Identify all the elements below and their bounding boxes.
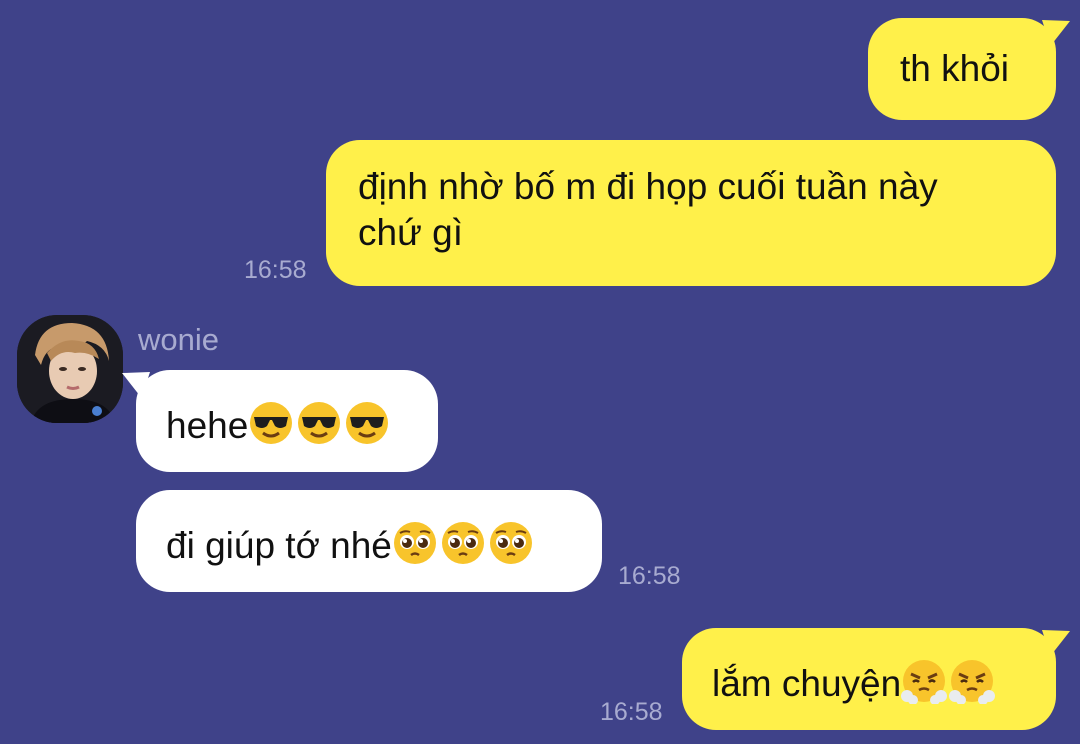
pleading-face-emoji-icon bbox=[441, 522, 484, 564]
steam-nose-face-emoji-icon bbox=[901, 660, 948, 704]
my-message-bubble[interactable]: th khỏi bbox=[868, 18, 1056, 120]
sender-name: wonie bbox=[138, 322, 219, 357]
profile-photo-icon bbox=[17, 315, 123, 423]
pleading-emoji-group bbox=[392, 522, 536, 566]
message-text: lắm chuyện bbox=[712, 663, 902, 704]
message-timestamp: 16:58 bbox=[618, 562, 681, 590]
sunglasses-emoji-icon bbox=[346, 402, 389, 444]
chat-thread: th khỏi định nhờ bố m đi họp cuối tuần n… bbox=[0, 0, 1080, 744]
my-message-bubble[interactable]: định nhờ bố m đi họp cuối tuần này chứ g… bbox=[326, 140, 1056, 286]
message-text: hehe bbox=[166, 405, 249, 446]
pleading-face-emoji-icon bbox=[393, 522, 436, 564]
message-text: th khỏi bbox=[900, 48, 1010, 89]
avatar[interactable] bbox=[17, 315, 123, 423]
message-text: đi giúp tớ nhé bbox=[166, 525, 392, 566]
sunglasses-emoji-group bbox=[248, 402, 392, 446]
message-timestamp: 16:58 bbox=[600, 698, 663, 726]
sunglasses-emoji-icon bbox=[298, 402, 341, 444]
pleading-face-emoji-icon bbox=[489, 522, 532, 564]
their-message-bubble[interactable]: đi giúp tớ nhé bbox=[136, 490, 602, 592]
message-timestamp: 16:58 bbox=[244, 256, 307, 284]
their-message-bubble[interactable]: hehe bbox=[136, 370, 438, 472]
my-message-bubble[interactable]: lắm chuyện bbox=[682, 628, 1056, 730]
message-text: định nhờ bố m đi họp cuối tuần này chứ g… bbox=[358, 166, 938, 253]
steam-nose-face-emoji-icon bbox=[949, 660, 996, 704]
sunglasses-emoji-icon bbox=[250, 402, 293, 444]
steam-emoji-group bbox=[901, 660, 997, 704]
